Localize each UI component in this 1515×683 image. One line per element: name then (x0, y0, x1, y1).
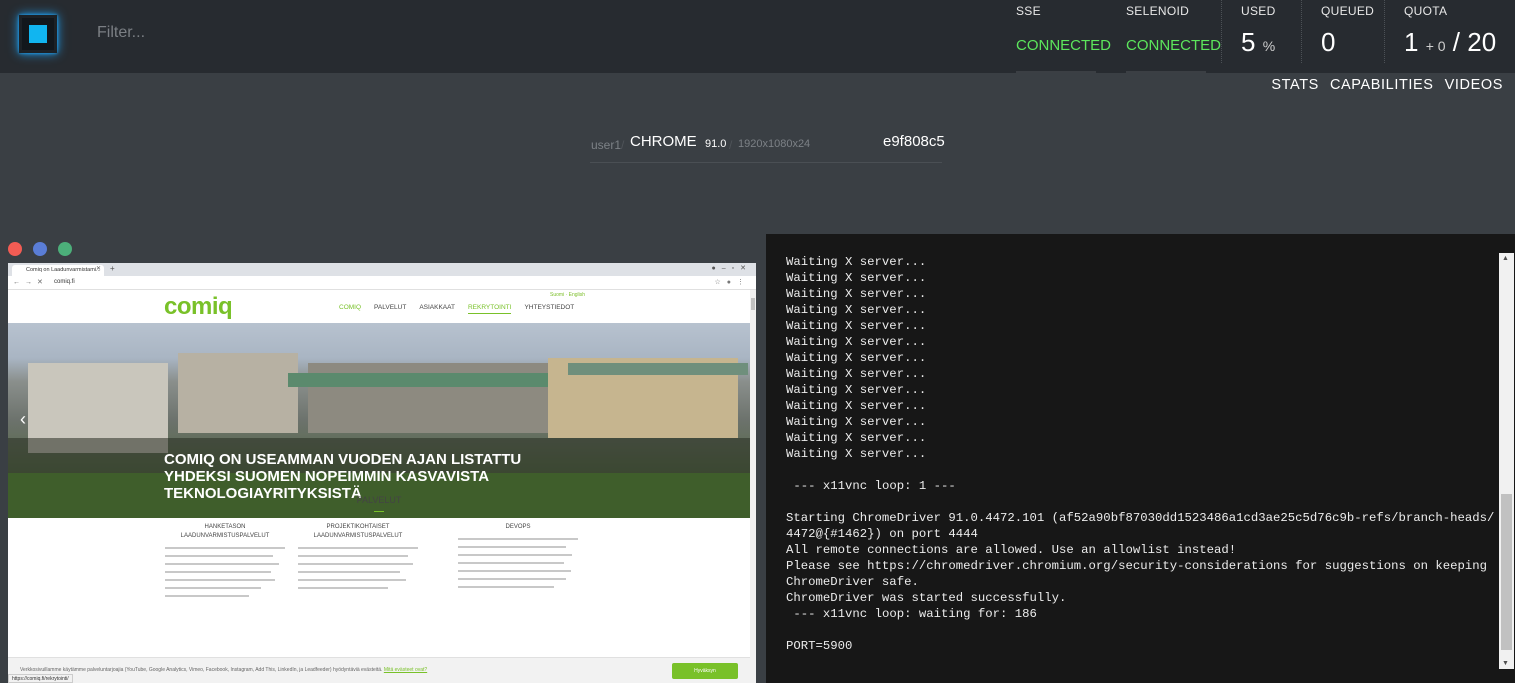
used-value: 5 % (1241, 27, 1276, 57)
queued-stat: QUEUED 0 (1321, 0, 1376, 73)
service-title: HANKETASON LAADUNVARMISTUSPALVELUT (180, 524, 270, 539)
new-tab-icon[interactable]: + (110, 264, 115, 273)
sse-value: CONNECTED (1016, 37, 1112, 54)
quota-stat: QUOTA 1 + 0 / 20 (1404, 0, 1512, 73)
vnc-screen[interactable]: Comiq on Laadunvarmistami... ✕ + ●–▫✕ ←→… (8, 263, 756, 683)
log-output: Waiting X server... Waiting X server... … (786, 255, 1495, 653)
service-column: HANKETASON LAADUNVARMISTUSPALVELUT (165, 523, 285, 603)
cookie-link[interactable]: Mitä evästeet ovat? (384, 667, 427, 673)
sse-status: SSE CONNECTED (1016, 0, 1111, 73)
selenoid-underline (1126, 71, 1206, 73)
cookie-banner: Verkkosivuillamme käytämme palveluntarjo… (8, 657, 750, 683)
sse-underline (1016, 71, 1096, 73)
browser-tab[interactable]: Comiq on Laadunvarmistami... (12, 265, 104, 276)
section-title: PALVELUT (356, 495, 402, 505)
cookie-text: Verkkosivuillamme käytämme palveluntarjo… (20, 667, 428, 673)
main-nav: STATS CAPABILITIES VIDEOS (1271, 77, 1503, 93)
used-stat: USED 5 % (1241, 0, 1291, 73)
session-version: 91.0 (705, 138, 727, 150)
website-content: Suomi · English comiq COMIQ PALVELUT ASI… (8, 290, 750, 683)
nav-stats[interactable]: STATS (1271, 77, 1319, 93)
service-title: PROJEKTIKOHTAISET LAADUNVARMISTUSPALVELU… (313, 524, 403, 539)
session-browser: CHROME (630, 133, 697, 150)
tab-title: Comiq on Laadunvarmistami... (26, 267, 101, 273)
sse-label: SSE (1016, 4, 1041, 18)
used-label: USED (1241, 4, 1276, 18)
section-underline (374, 511, 384, 512)
site-nav-item[interactable]: REKRYTOINTI (467, 304, 512, 314)
site-nav-item[interactable]: ASIAKKAAT (419, 304, 455, 314)
queued-value: 0 (1321, 27, 1336, 57)
separator: / (621, 138, 625, 152)
roof (568, 363, 748, 375)
service-text (458, 538, 578, 588)
accept-cookies-button[interactable]: Hyväksyn (672, 663, 738, 679)
selenoid-label: SELENOID (1126, 4, 1190, 18)
quota-label: QUOTA (1404, 4, 1448, 18)
nav-videos[interactable]: VIDEOS (1445, 77, 1503, 93)
close-tab-icon[interactable]: ✕ (96, 265, 101, 272)
url-text[interactable]: comiq.fi (54, 279, 75, 285)
site-nav-item[interactable]: YHTEYSTIEDOT (524, 304, 574, 314)
service-title: DEVOPS (505, 524, 531, 530)
status-url: https://comiq.fi/rekrytointi/ (8, 674, 73, 683)
vnc-panel: Comiq on Laadunvarmistami... ✕ + ●–▫✕ ←→… (0, 234, 766, 683)
session-id[interactable]: e9f808c5 (883, 133, 945, 150)
fullscreen-dot-button[interactable] (58, 242, 72, 256)
service-text (165, 547, 285, 597)
site-nav-item[interactable]: PALVELUT (374, 304, 406, 314)
page-scrollbar[interactable] (750, 290, 756, 683)
site-logo[interactable]: comiq (164, 293, 233, 321)
filter-input[interactable] (97, 22, 397, 44)
site-nav: COMIQ PALVELUT ASIAKKAAT REKRYTOINTI YHT… (339, 304, 574, 314)
divider (1301, 0, 1302, 63)
browser-toolbar-icons[interactable]: ☆●⋮ (714, 278, 750, 286)
selenoid-status: SELENOID CONNECTED (1126, 0, 1221, 73)
selenoid-value: CONNECTED (1126, 37, 1222, 54)
nav-capabilities[interactable]: CAPABILITIES (1330, 77, 1434, 93)
roof (288, 373, 548, 387)
service-text (298, 547, 418, 589)
session-user: user1 (591, 138, 622, 152)
building (178, 353, 298, 433)
session-resolution: 1920x1080x24 (738, 138, 811, 150)
scroll-down-icon[interactable]: ▼ (1502, 660, 1509, 667)
separator: / (729, 138, 733, 152)
hero-image: ‹ COMIQ ON USEAMMAN VUODEN AJAN LISTATTU… (8, 323, 750, 518)
queued-label: QUEUED (1321, 4, 1375, 18)
service-column: DEVOPS (458, 523, 578, 594)
session-info: user1 / CHROME 91.0 / 1920x1080x24 e9f80… (590, 133, 945, 163)
minimize-dot-button[interactable] (33, 242, 47, 256)
top-bar: SSE CONNECTED SELENOID CONNECTED USED 5 … (0, 0, 1515, 73)
divider (1221, 0, 1222, 63)
scrollbar-thumb[interactable] (751, 298, 755, 310)
chevron-left-icon[interactable]: ‹ (20, 409, 26, 430)
service-column: PROJEKTIKOHTAISET LAADUNVARMISTUSPALVELU… (298, 523, 418, 595)
divider (1384, 0, 1385, 63)
close-dot-button[interactable] (8, 242, 22, 256)
logo-square-icon (29, 25, 47, 43)
scrollbar-thumb[interactable] (1501, 494, 1512, 650)
address-bar: ←→✕ comiq.fi ☆●⋮ (8, 276, 756, 290)
browser-tabbar: Comiq on Laadunvarmistami... ✕ + ●–▫✕ (8, 263, 756, 276)
scroll-up-icon[interactable]: ▲ (1502, 255, 1509, 262)
language-switch[interactable]: Suomi · English (550, 292, 585, 298)
browser-nav-icons[interactable]: ←→✕ (13, 278, 48, 286)
log-scrollbar[interactable]: ▲ ▼ (1499, 253, 1514, 669)
window-controls-icon[interactable]: ●–▫✕ (712, 264, 752, 272)
quota-value: 1 + 0 / 20 (1404, 27, 1497, 57)
log-panel: Waiting X server... Waiting X server... … (766, 234, 1515, 683)
site-nav-item[interactable]: COMIQ (339, 304, 361, 314)
selenoid-logo[interactable] (19, 15, 57, 53)
